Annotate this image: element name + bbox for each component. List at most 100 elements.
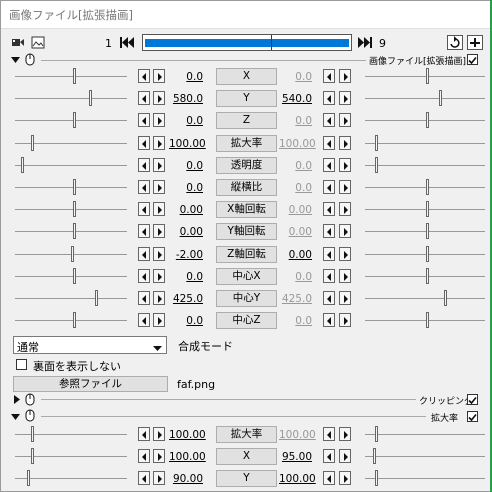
left-decrease-button[interactable] [138, 291, 150, 305]
parameter-mode-button[interactable]: Y軸回転 [216, 223, 277, 241]
parameter-mode-button[interactable]: X軸回転 [216, 201, 277, 219]
right-value[interactable]: 0.0 [279, 71, 312, 83]
right-increase-button[interactable] [339, 180, 351, 194]
right-slider-track[interactable] [365, 98, 485, 100]
right-value[interactable]: 425.0 [279, 293, 312, 305]
left-decrease-button[interactable] [138, 224, 150, 239]
timeline-track[interactable] [142, 34, 352, 51]
right-decrease-button[interactable] [323, 313, 335, 328]
left-decrease-button[interactable] [138, 135, 150, 150]
left-value[interactable]: 100.00 [169, 429, 206, 441]
left-value[interactable]: 0.0 [169, 115, 203, 127]
parameter-mode-button[interactable]: X [216, 448, 277, 465]
left-slider-thumb[interactable] [27, 470, 30, 486]
left-increase-button[interactable] [153, 268, 165, 283]
clipping-checkbox[interactable] [467, 394, 478, 405]
right-value[interactable]: 0.0 [279, 182, 312, 194]
right-increase-button[interactable] [339, 113, 351, 128]
left-decrease-button[interactable] [138, 268, 150, 283]
left-slider-track[interactable] [15, 98, 127, 100]
right-value[interactable]: 0.0 [279, 271, 312, 283]
left-value[interactable]: 90.00 [169, 473, 203, 485]
right-value[interactable]: 100.00 [279, 473, 316, 485]
left-increase-button[interactable] [153, 449, 165, 463]
right-slider-thumb[interactable] [426, 201, 429, 218]
left-value[interactable]: 0.0 [169, 160, 203, 172]
left-value[interactable]: 0.0 [169, 182, 203, 194]
left-value[interactable]: 100.00 [169, 138, 206, 150]
parameter-mode-button[interactable]: Y [216, 90, 277, 108]
right-value[interactable]: 100.00 [279, 138, 316, 150]
rewind-icon[interactable] [119, 36, 135, 49]
right-decrease-button[interactable] [323, 224, 335, 239]
left-slider-thumb[interactable] [73, 68, 76, 84]
parameter-mode-button[interactable]: 縦横比 [216, 179, 277, 196]
right-increase-button[interactable] [339, 427, 351, 441]
right-value[interactable]: 0.00 [279, 226, 312, 238]
left-value[interactable]: 425.0 [169, 293, 203, 305]
right-slider-track[interactable] [365, 456, 485, 457]
left-slider-thumb[interactable] [21, 156, 24, 173]
left-value[interactable]: 580.0 [169, 93, 203, 105]
left-value[interactable]: -2.00 [169, 249, 203, 261]
left-slider-thumb[interactable] [73, 312, 76, 329]
section-enabled-checkbox[interactable] [467, 54, 478, 65]
right-decrease-button[interactable] [323, 246, 335, 261]
left-decrease-button[interactable] [138, 69, 150, 83]
left-slider-thumb[interactable] [31, 134, 34, 151]
left-decrease-button[interactable] [138, 471, 150, 485]
left-value[interactable]: 0.0 [169, 71, 203, 83]
right-slider-thumb[interactable] [426, 245, 429, 262]
left-increase-button[interactable] [153, 91, 165, 106]
right-increase-button[interactable] [339, 135, 351, 150]
right-slider-track[interactable] [365, 76, 485, 77]
right-slider-track[interactable] [365, 231, 485, 233]
right-value[interactable]: 100.00 [279, 429, 316, 441]
right-decrease-button[interactable] [323, 268, 335, 283]
right-increase-button[interactable] [339, 291, 351, 305]
left-slider-track[interactable] [15, 231, 127, 233]
collapse-triangle-icon[interactable] [11, 412, 21, 425]
right-slider-track[interactable] [365, 142, 485, 144]
left-slider-thumb[interactable] [89, 90, 92, 107]
left-decrease-button[interactable] [138, 202, 150, 217]
right-decrease-button[interactable] [323, 202, 335, 217]
parameter-mode-button[interactable]: 中心Y [216, 290, 277, 307]
right-increase-button[interactable] [339, 69, 351, 83]
left-slider-thumb[interactable] [73, 201, 76, 218]
left-decrease-button[interactable] [138, 313, 150, 328]
right-slider-track[interactable] [365, 253, 485, 255]
right-decrease-button[interactable] [323, 135, 335, 150]
right-slider-track[interactable] [365, 298, 485, 299]
right-value[interactable]: 0.0 [279, 160, 312, 172]
right-increase-button[interactable] [339, 471, 351, 485]
right-slider-thumb[interactable] [375, 156, 378, 173]
add-icon[interactable] [467, 35, 483, 50]
right-value[interactable]: 540.0 [279, 93, 312, 105]
left-increase-button[interactable] [153, 69, 165, 83]
image-icon[interactable] [31, 36, 45, 49]
left-increase-button[interactable] [153, 291, 165, 305]
right-decrease-button[interactable] [323, 427, 335, 441]
right-slider-thumb[interactable] [375, 426, 378, 442]
left-increase-button[interactable] [153, 157, 165, 172]
right-increase-button[interactable] [339, 246, 351, 261]
left-decrease-button[interactable] [138, 91, 150, 106]
right-increase-button[interactable] [339, 268, 351, 283]
right-increase-button[interactable] [339, 313, 351, 328]
right-slider-track[interactable] [365, 478, 485, 479]
left-slider-track[interactable] [15, 120, 127, 122]
parameter-mode-button[interactable]: 透明度 [216, 156, 277, 174]
right-decrease-button[interactable] [323, 471, 335, 485]
right-slider-thumb[interactable] [375, 134, 378, 151]
left-slider-track[interactable] [15, 164, 127, 166]
left-increase-button[interactable] [153, 113, 165, 128]
left-decrease-button[interactable] [138, 157, 150, 172]
left-slider-thumb[interactable] [73, 179, 76, 195]
timeline-cursor[interactable] [271, 35, 272, 50]
left-slider-thumb[interactable] [31, 426, 34, 442]
fast-forward-icon[interactable] [357, 36, 373, 49]
parameter-mode-button[interactable]: Z軸回転 [216, 245, 277, 263]
right-slider-thumb[interactable] [426, 179, 429, 195]
left-increase-button[interactable] [153, 180, 165, 194]
